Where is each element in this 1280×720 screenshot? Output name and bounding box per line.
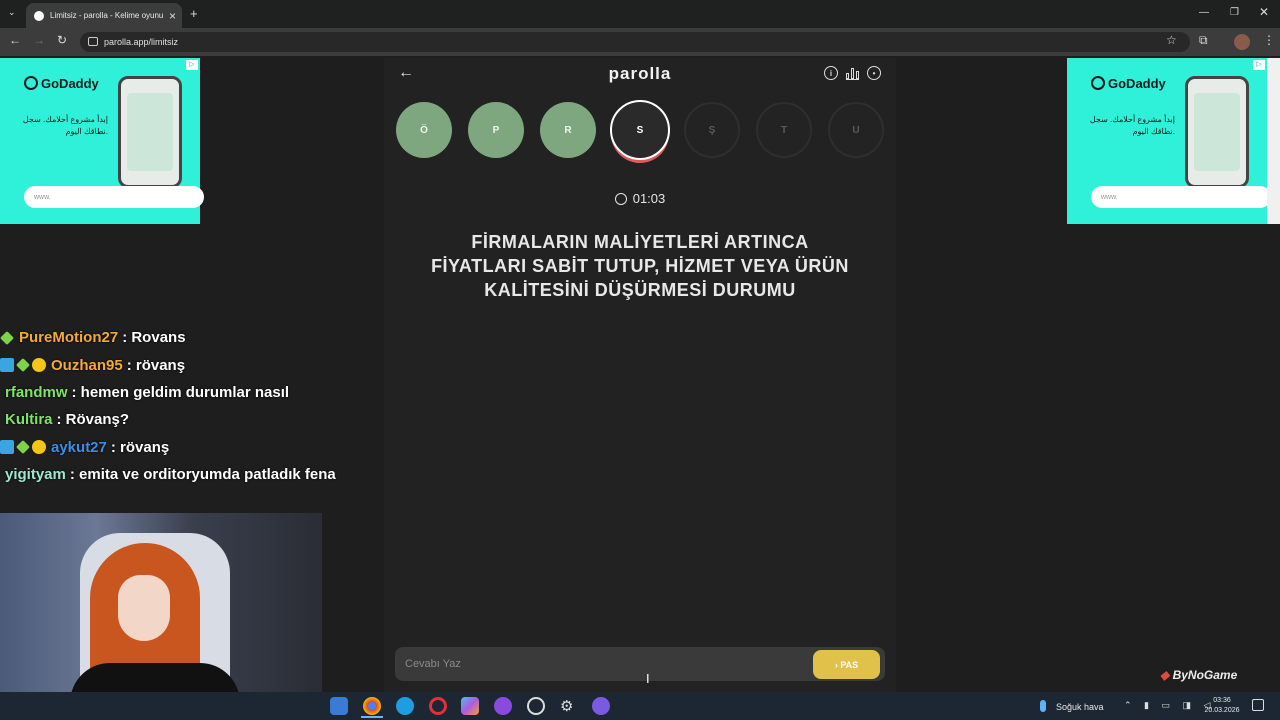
active-app-indicator — [361, 716, 383, 718]
chat-message: yigityam : emita ve orditoryumda patladı… — [0, 461, 380, 488]
badge-icon — [32, 358, 46, 373]
stats-icon[interactable] — [846, 67, 859, 80]
back-icon[interactable]: ← — [9, 33, 21, 47]
badge-icon — [16, 358, 30, 373]
chat-username: Ouzhan95 — [51, 356, 123, 374]
edge-icon[interactable] — [396, 697, 414, 715]
chat-message: rfandmw : hemen geldim durumlar nasıl — [0, 379, 380, 406]
minimize-icon[interactable]: — — [1199, 7, 1209, 18]
clock-time: 03:36 — [1213, 697, 1231, 704]
bynogame-icon: ◆ — [1160, 668, 1170, 682]
letter-circle-u: U — [828, 102, 884, 158]
discord-icon[interactable] — [592, 697, 610, 715]
chat-message: PureMotion27 : Rovans — [0, 324, 380, 351]
question-text: FİRMALARIN MALİYETLERİ ARTINCA FİYATLARI… — [431, 232, 849, 300]
url-text: parolla.app/limitsiz — [104, 37, 179, 47]
speedometer-icon[interactable] — [527, 697, 545, 715]
chat-username: rfandmw — [5, 383, 68, 401]
pass-button[interactable]: › PAS — [813, 650, 880, 679]
badge-icon — [0, 440, 14, 455]
badge-icon — [0, 330, 14, 345]
badge-icon — [32, 440, 46, 455]
mail-app-icon[interactable] — [330, 697, 348, 715]
close-tab-icon[interactable]: × — [169, 9, 176, 23]
restore-icon[interactable]: ❐ — [1230, 7, 1239, 18]
badge-icon — [16, 440, 30, 455]
forward-icon[interactable]: → — [33, 33, 45, 47]
chat-message: Ouzhan95 : rövanş — [0, 351, 380, 378]
thermometer-icon — [1040, 700, 1046, 712]
chat-text: : rövanş — [110, 438, 170, 456]
phone-image — [118, 76, 182, 188]
letter-circle-o-umlaut: Ö — [396, 102, 452, 158]
letter-circle-r: R — [540, 102, 596, 158]
chat-username: aykut27 — [51, 438, 107, 456]
notification-icon[interactable] — [1252, 699, 1264, 711]
chat-text: : rövanş — [126, 356, 186, 374]
browser-tab[interactable]: Limitsiz - parolla - Kelime oyunu × — [26, 3, 182, 28]
chat-text: : Rövanş? — [56, 411, 130, 429]
chat-username: yigityam — [5, 466, 66, 484]
bookmark-star-icon[interactable]: ☆ — [1166, 33, 1177, 47]
letter-circle-p: P — [468, 102, 524, 158]
reload-icon[interactable]: ↻ — [57, 33, 67, 47]
watermark-text: ByNoGame — [1172, 668, 1238, 682]
watermark: ◆ ByNoGame — [1160, 668, 1237, 682]
copilot-icon[interactable] — [461, 697, 479, 715]
obs-icon[interactable] — [494, 697, 512, 715]
menu-icon[interactable]: ⋮ — [1263, 33, 1275, 47]
info-icon[interactable]: i — [824, 66, 838, 80]
chat-text: : emita ve orditoryumda patladık fena — [69, 466, 336, 484]
webcam-feed — [0, 513, 322, 692]
timer: 01:03 — [0, 191, 1280, 206]
site-info-icon[interactable] — [88, 37, 98, 46]
clock-date: 20.03.2026 — [1204, 707, 1240, 714]
clock-icon — [614, 193, 627, 205]
timer-value: 01:03 — [632, 191, 666, 206]
new-tab-icon[interactable]: + — [190, 6, 198, 21]
address-bar[interactable]: parolla.app/limitsiz — [80, 32, 1190, 52]
stream-chat: PureMotion27 : Rovans Ouzhan95 : rövanş … — [0, 324, 380, 488]
chat-message: aykut27 : rövanş — [0, 434, 380, 461]
chrome-icon[interactable] — [363, 697, 381, 715]
tab-title: Limitsiz - parolla - Kelime oyunu — [50, 11, 164, 20]
ad-text: إبدأ مشروع أحلامك. سجل نطاقك اليوم. — [1089, 115, 1175, 136]
letter-circle-t: T — [756, 102, 812, 158]
extensions-icon[interactable]: ⧉ — [1199, 33, 1208, 48]
ad-text: إبدأ مشروع أحلامك. سجل نطاقك اليوم. — [22, 115, 108, 136]
letter-circle-s-cedilla: Ş — [684, 102, 740, 158]
favicon-icon — [34, 10, 44, 21]
settings-gear-icon[interactable]: ⚙ — [560, 697, 573, 715]
letter-circle-s-active: S — [610, 100, 670, 160]
game-logo: parolla — [608, 64, 672, 83]
chat-username: PureMotion27 — [19, 329, 119, 347]
profile-avatar[interactable] — [1234, 34, 1250, 50]
answer-input[interactable] — [405, 652, 805, 676]
taskbar-clock[interactable]: 03:36 20.03.2026 — [1200, 696, 1244, 716]
badge-icon — [0, 358, 14, 373]
chat-text: : hemen geldim durumlar nasıl — [71, 383, 290, 401]
text-cursor-icon: I — [646, 671, 650, 686]
weather-widget[interactable]: Soğuk hava — [1040, 700, 1104, 712]
tab-search-icon[interactable]: ⌄ — [8, 7, 16, 18]
chat-text: : Rovans — [122, 329, 186, 347]
phone-image — [1185, 76, 1249, 188]
chat-username: Kultira — [5, 411, 53, 429]
chat-message: Kultira : Rövanş? — [0, 406, 380, 433]
opera-icon[interactable] — [429, 697, 447, 715]
profile-icon[interactable]: • — [867, 66, 881, 80]
weather-text: Soğuk hava — [1056, 702, 1104, 712]
close-window-icon[interactable]: ✕ — [1259, 5, 1269, 19]
